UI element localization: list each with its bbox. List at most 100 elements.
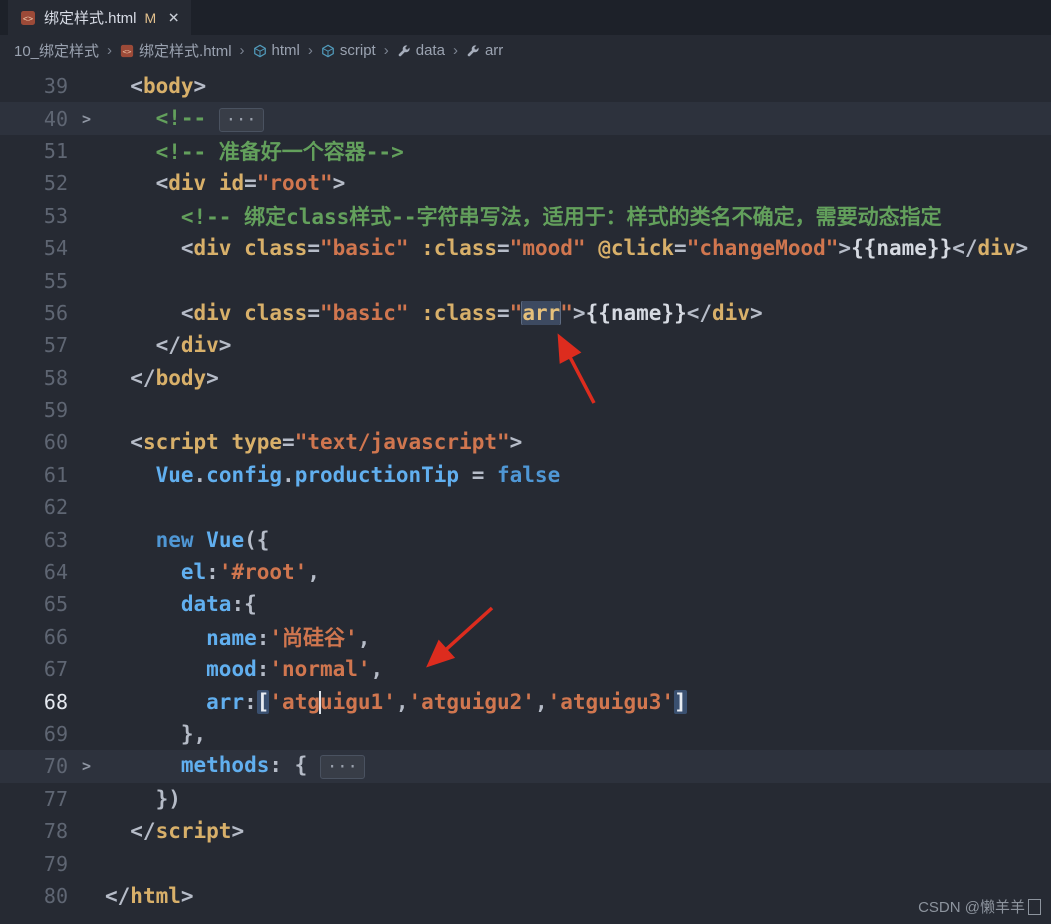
code-text[interactable]: }, — [105, 722, 1051, 746]
code-line-54[interactable]: 54 <div class="basic" :class="mood" @cli… — [0, 232, 1051, 264]
code-line-55[interactable]: 55 — [0, 264, 1051, 296]
token: = — [497, 236, 510, 260]
code-line-51[interactable]: 51 <!-- 准备好一个容器--> — [0, 135, 1051, 167]
code-text[interactable]: data:{ — [105, 592, 1051, 616]
token — [586, 236, 599, 260]
line-number[interactable]: 70 — [0, 754, 68, 778]
line-number[interactable]: 79 — [0, 852, 68, 876]
code-line-59[interactable]: 59 — [0, 394, 1051, 426]
code-line-70[interactable]: 70> methods: { ··· — [0, 750, 1051, 782]
code-text[interactable]: methods: { ··· — [105, 753, 1051, 779]
code-text[interactable]: <!-- ··· — [105, 106, 1051, 132]
code-line-69[interactable]: 69 }, — [0, 718, 1051, 750]
token: 'normal' — [269, 657, 370, 681]
code-text[interactable]: </div> — [105, 333, 1051, 357]
code-text[interactable]: <div class="basic" :class="arr">{{name}}… — [105, 301, 1051, 325]
line-number[interactable]: 77 — [0, 787, 68, 811]
code-text[interactable]: <script type="text/javascript"> — [105, 430, 1051, 454]
html-file-icon: <> — [20, 10, 36, 26]
symbol-field-icon — [253, 44, 267, 58]
code-line-53[interactable]: 53 <!-- 绑定class样式--字符串写法，适用于：样式的类名不确定，需要… — [0, 200, 1051, 232]
code-text[interactable]: <div class="basic" :class="mood" @click=… — [105, 236, 1051, 260]
code-line-58[interactable]: 58 </body> — [0, 362, 1051, 394]
line-number[interactable]: 51 — [0, 139, 68, 163]
code-line-79[interactable]: 79 — [0, 847, 1051, 879]
breadcrumb-script[interactable]: script — [321, 42, 376, 59]
code-line-57[interactable]: 57 </div> — [0, 329, 1051, 361]
code-line-77[interactable]: 77 }) — [0, 783, 1051, 815]
breadcrumb-file[interactable]: <> 绑定样式.html — [120, 40, 232, 61]
line-number[interactable]: 64 — [0, 560, 68, 584]
line-number[interactable]: 57 — [0, 333, 68, 357]
line-number[interactable]: 63 — [0, 528, 68, 552]
close-icon[interactable]: × — [168, 9, 179, 27]
code-line-68[interactable]: 68 arr:['atguigu1','atguigu2','atguigu3'… — [0, 685, 1051, 717]
line-number[interactable]: 69 — [0, 722, 68, 746]
token: { — [282, 753, 320, 777]
code-text[interactable]: </body> — [105, 366, 1051, 390]
token — [219, 430, 232, 454]
line-number[interactable]: 66 — [0, 625, 68, 649]
code-line-61[interactable]: 61 Vue.config.productionTip = false — [0, 459, 1051, 491]
token: '尚硅谷' — [269, 626, 357, 650]
token: [ — [257, 690, 270, 714]
code-line-80[interactable]: 80 </html> — [0, 880, 1051, 912]
token: new — [156, 528, 194, 552]
line-number[interactable]: 54 — [0, 236, 68, 260]
line-number[interactable]: 61 — [0, 463, 68, 487]
token — [105, 690, 206, 714]
code-text[interactable]: </html> — [105, 884, 1051, 908]
line-number[interactable]: 78 — [0, 819, 68, 843]
editor-tab[interactable]: <> 绑定样式.html M × — [8, 0, 191, 35]
line-number[interactable]: 52 — [0, 171, 68, 195]
code-text[interactable]: <!-- 绑定class样式--字符串写法，适用于：样式的类名不确定，需要动态指… — [105, 201, 1051, 231]
line-number[interactable]: 56 — [0, 301, 68, 325]
code-text[interactable]: }) — [105, 787, 1051, 811]
code-line-78[interactable]: 78 </script> — [0, 815, 1051, 847]
code-line-40[interactable]: 40> <!-- ··· — [0, 102, 1051, 134]
code-line-60[interactable]: 60 <script type="text/javascript"> — [0, 426, 1051, 458]
line-number[interactable]: 60 — [0, 430, 68, 454]
line-number[interactable]: 62 — [0, 495, 68, 519]
line-number[interactable]: 80 — [0, 884, 68, 908]
line-number[interactable]: 59 — [0, 398, 68, 422]
breadcrumb-html[interactable]: html — [253, 42, 300, 59]
code-text[interactable]: <body> — [105, 74, 1051, 98]
code-text[interactable]: new Vue({ — [105, 528, 1051, 552]
code-line-39[interactable]: 39 <body> — [0, 70, 1051, 102]
fold-chevron-icon[interactable]: > — [68, 110, 105, 128]
code-line-63[interactable]: 63 new Vue({ — [0, 523, 1051, 555]
code-line-64[interactable]: 64 el:'#root', — [0, 556, 1051, 588]
code-line-56[interactable]: 56 <div class="basic" :class="arr">{{nam… — [0, 297, 1051, 329]
token: > — [838, 236, 851, 260]
code-text[interactable]: mood:'normal', — [105, 657, 1051, 681]
code-text[interactable]: <!-- 准备好一个容器--> — [105, 136, 1051, 166]
code-text[interactable]: arr:['atguigu1','atguigu2','atguigu3'] — [105, 690, 1051, 714]
token: div — [181, 333, 219, 357]
line-number[interactable]: 40 — [0, 107, 68, 131]
code-text[interactable]: <div id="root"> — [105, 171, 1051, 195]
breadcrumb-data[interactable]: data — [397, 42, 445, 59]
line-number[interactable]: 67 — [0, 657, 68, 681]
breadcrumb-folder[interactable]: 10_绑定样式 — [14, 40, 99, 61]
line-number[interactable]: 55 — [0, 269, 68, 293]
code-line-67[interactable]: 67 mood:'normal', — [0, 653, 1051, 685]
fold-chevron-icon[interactable]: > — [68, 757, 105, 775]
token: arr — [522, 301, 560, 325]
line-number[interactable]: 58 — [0, 366, 68, 390]
line-number[interactable]: 65 — [0, 592, 68, 616]
token: = — [459, 463, 497, 487]
line-number[interactable]: 68 — [0, 690, 68, 714]
code-text[interactable]: name:'尚硅谷', — [105, 622, 1051, 652]
code-line-65[interactable]: 65 data:{ — [0, 588, 1051, 620]
line-number[interactable]: 53 — [0, 204, 68, 228]
code-text[interactable]: </script> — [105, 819, 1051, 843]
code-line-62[interactable]: 62 — [0, 491, 1051, 523]
code-text[interactable]: el:'#root', — [105, 560, 1051, 584]
breadcrumb-arr[interactable]: arr — [466, 42, 503, 59]
code-text[interactable]: Vue.config.productionTip = false — [105, 463, 1051, 487]
code-line-52[interactable]: 52 <div id="root"> — [0, 167, 1051, 199]
line-number[interactable]: 39 — [0, 74, 68, 98]
token: , — [396, 690, 409, 714]
code-line-66[interactable]: 66 name:'尚硅谷', — [0, 621, 1051, 653]
